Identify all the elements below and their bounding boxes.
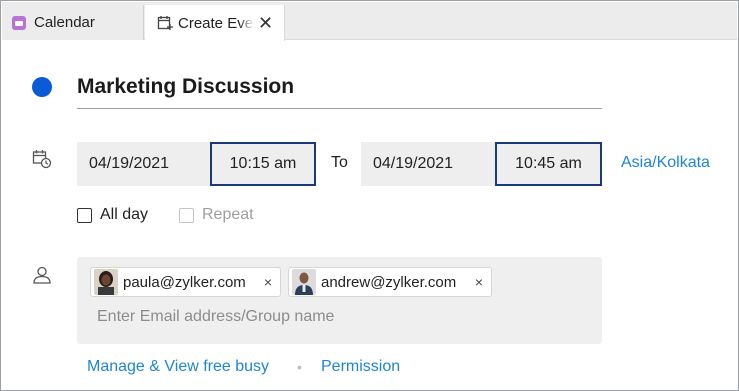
attendee-email-input[interactable] [97,308,577,326]
calendar-icon [12,15,26,30]
end-date-field[interactable]: 04/19/2021 [361,142,497,186]
avatar [94,269,118,295]
tab-create-event[interactable]: Create Event ✕ [145,5,285,41]
create-event-icon [157,16,173,30]
tab-create-event-label: Create Event [178,14,254,32]
event-title-field[interactable]: Marketing Discussion [77,73,602,109]
start-date-field[interactable]: 04/19/2021 [77,142,211,186]
all-day-label: All day [100,206,149,223]
attendee-chip: paula@zylker.com × [90,267,281,297]
remove-attendee-icon[interactable]: × [475,274,483,290]
checkbox-disabled-icon [179,207,194,223]
attendee-icon [33,266,51,284]
attendee-email: paula@zylker.com [123,273,246,291]
permission-link[interactable]: Permission [321,358,400,376]
tab-calendar-label: Calendar [34,14,95,31]
all-day-checkbox[interactable]: All day [77,206,148,224]
checkbox-icon [77,207,92,223]
tab-bar: Calendar Create Event ✕ [2,2,737,41]
attendee-field: paula@zylker.com × andrew@zylker.com × [77,257,602,344]
attendee-chip: andrew@zylker.com × [288,267,492,297]
close-icon[interactable]: ✕ [258,14,273,32]
datetime-icon [32,150,52,169]
event-color-picker[interactable] [32,77,52,97]
avatar [292,269,316,295]
end-time-field[interactable]: 10:45 am [495,142,602,186]
link-separator: • [297,359,302,375]
manage-free-busy-link[interactable]: Manage & View free busy [87,358,269,376]
attendee-email: andrew@zylker.com [321,273,457,291]
start-time-field[interactable]: 10:15 am [210,142,316,186]
remove-attendee-icon[interactable]: × [264,274,272,290]
repeat-checkbox[interactable]: Repeat [179,206,254,224]
event-editor-window: Calendar Create Event ✕ Marketing Discus… [0,0,739,391]
repeat-label: Repeat [202,206,254,223]
tab-calendar[interactable]: Calendar [2,5,144,40]
to-label: To [331,154,348,171]
timezone-link[interactable]: Asia/Kolkata [621,154,710,172]
